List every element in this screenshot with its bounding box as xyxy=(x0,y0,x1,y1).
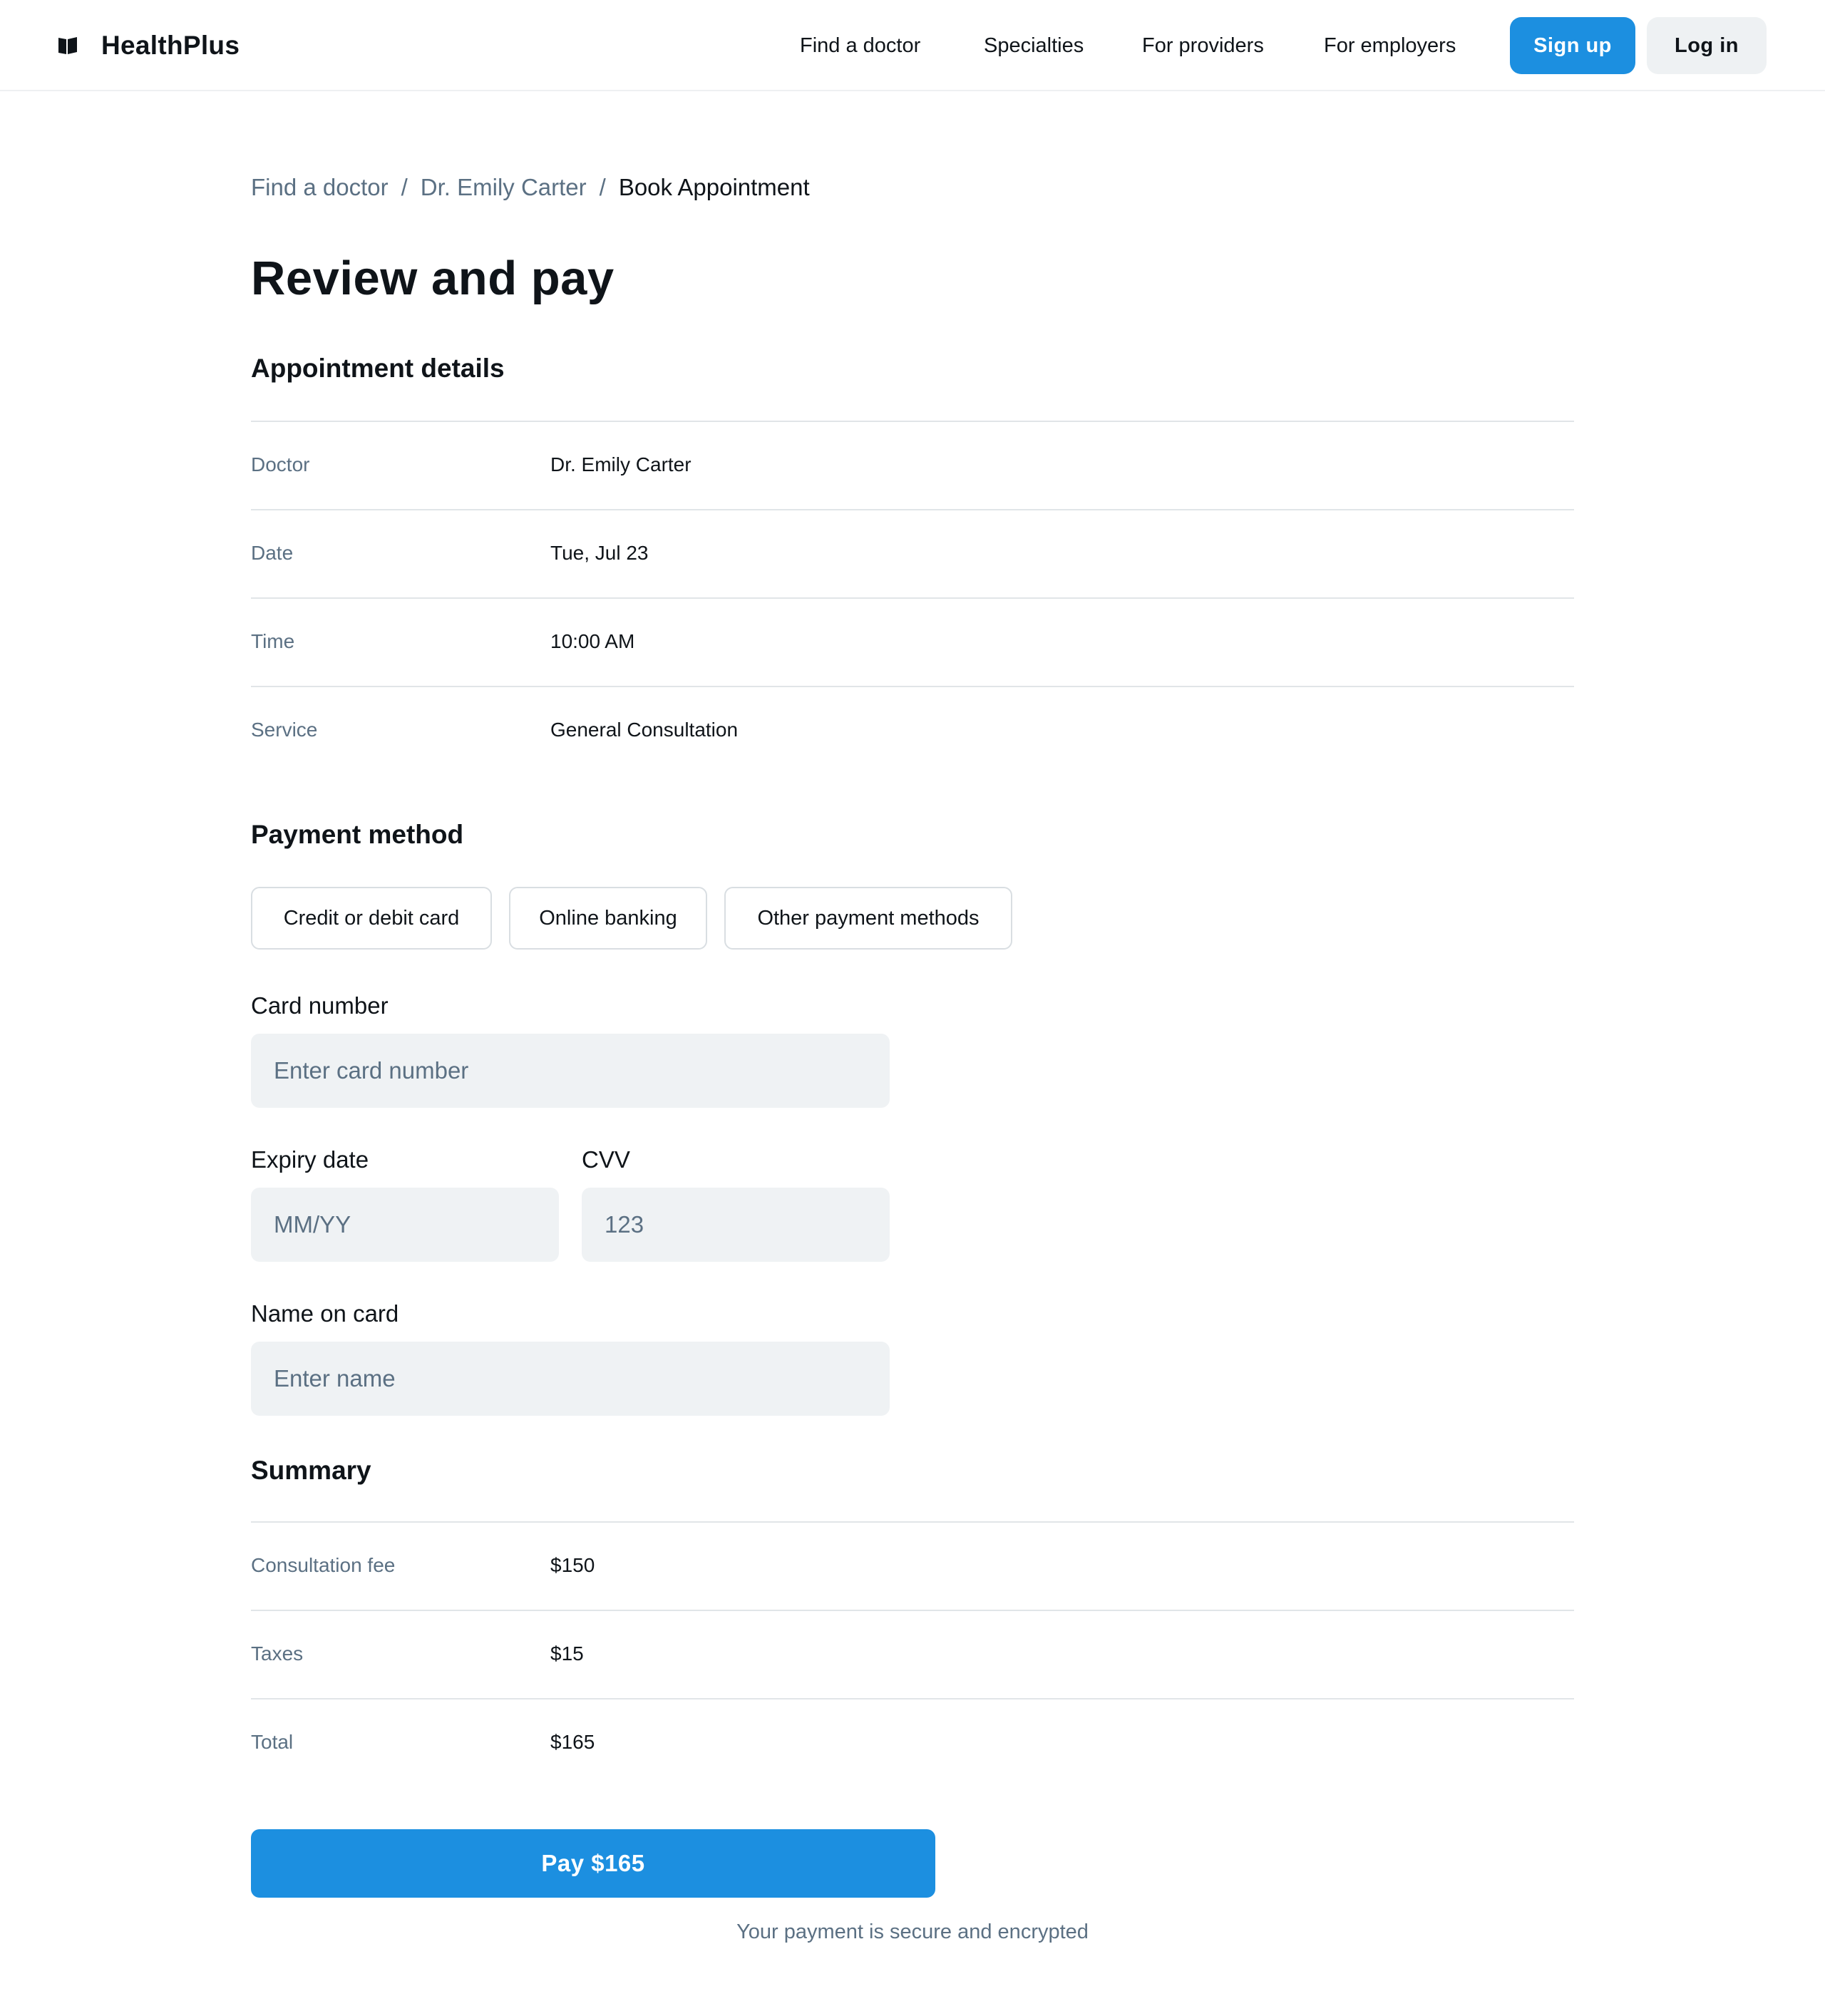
payment-method-tabs: Credit or debit card Online banking Othe… xyxy=(251,887,1029,950)
page-title: Review and pay xyxy=(251,252,615,305)
nav-link-for-employers[interactable]: For employers xyxy=(1324,34,1456,58)
detail-value: General Consultation xyxy=(550,719,739,741)
tab-credit-or-debit-card[interactable]: Credit or debit card xyxy=(251,887,492,950)
summary-label: Consultation fee xyxy=(251,1554,396,1576)
detail-value: Dr. Emily Carter xyxy=(550,453,692,475)
nav-link-specialties[interactable]: Specialties xyxy=(984,34,1084,58)
pay-button[interactable]: Pay $165 xyxy=(251,1829,935,1898)
detail-row-date: Date Tue, Jul 23 xyxy=(251,509,1574,597)
tab-other-payment-methods[interactable]: Other payment methods xyxy=(724,887,1012,950)
summary-label: Total xyxy=(251,1731,294,1753)
summary-row-consultation-fee: Consultation fee $150 xyxy=(251,1521,1574,1610)
book-icon xyxy=(58,37,77,54)
tab-online-banking[interactable]: Online banking xyxy=(509,887,707,950)
summary-row-taxes: Taxes $15 xyxy=(251,1610,1574,1698)
summary-value: $15 xyxy=(550,1642,584,1665)
brand[interactable]: HealthPlus xyxy=(57,0,240,91)
summary-heading: Summary xyxy=(251,1456,371,1485)
detail-value: 10:00 AM xyxy=(550,630,635,652)
cvv-input[interactable] xyxy=(582,1188,890,1262)
appointment-details-heading: Appointment details xyxy=(251,354,505,383)
nav-link-for-providers[interactable]: For providers xyxy=(1142,34,1264,58)
summary-value: $165 xyxy=(550,1731,595,1753)
sign-up-button[interactable]: Sign up xyxy=(1510,17,1635,74)
payment-method-heading: Payment method xyxy=(251,820,464,849)
brand-name: HealthPlus xyxy=(101,31,240,60)
detail-label: Time xyxy=(251,630,295,652)
detail-label: Date xyxy=(251,542,294,564)
summary-table: Consultation fee $150 Taxes $15 Total $1… xyxy=(251,1521,1574,1786)
log-in-button[interactable]: Log in xyxy=(1647,17,1767,74)
card-number-label: Card number xyxy=(251,992,389,1019)
name-on-card-label: Name on card xyxy=(251,1300,399,1327)
appointment-details-table: Doctor Dr. Emily Carter Date Tue, Jul 23… xyxy=(251,421,1574,774)
nav-link-find-a-doctor[interactable]: Find a doctor xyxy=(800,34,920,58)
detail-label: Doctor xyxy=(251,453,310,475)
breadcrumb-link-find-a-doctor[interactable]: Find a doctor xyxy=(251,174,389,201)
summary-value: $150 xyxy=(550,1554,595,1576)
breadcrumb-link-doctor[interactable]: Dr. Emily Carter xyxy=(421,174,587,201)
summary-row-total: Total $165 xyxy=(251,1698,1574,1786)
detail-value: Tue, Jul 23 xyxy=(550,542,649,564)
breadcrumb: Find a doctor / Dr. Emily Carter / Book … xyxy=(251,174,810,201)
breadcrumb-separator: / xyxy=(599,174,606,200)
summary-label: Taxes xyxy=(251,1642,304,1665)
expiry-date-label: Expiry date xyxy=(251,1146,369,1173)
detail-row-doctor: Doctor Dr. Emily Carter xyxy=(251,421,1574,509)
secure-payment-note: Your payment is secure and encrypted xyxy=(736,1920,1089,1943)
detail-row-service: Service General Consultation xyxy=(251,686,1574,774)
breadcrumb-separator: / xyxy=(401,174,408,200)
expiry-date-input[interactable] xyxy=(251,1188,559,1262)
top-navbar: HealthPlus Find a doctor Specialties For… xyxy=(0,0,1825,91)
name-on-card-input[interactable] xyxy=(251,1342,890,1416)
breadcrumb-current: Book Appointment xyxy=(618,174,810,200)
detail-row-time: Time 10:00 AM xyxy=(251,597,1574,686)
card-number-input[interactable] xyxy=(251,1034,890,1108)
detail-label: Service xyxy=(251,719,318,741)
cvv-label: CVV xyxy=(582,1146,630,1173)
